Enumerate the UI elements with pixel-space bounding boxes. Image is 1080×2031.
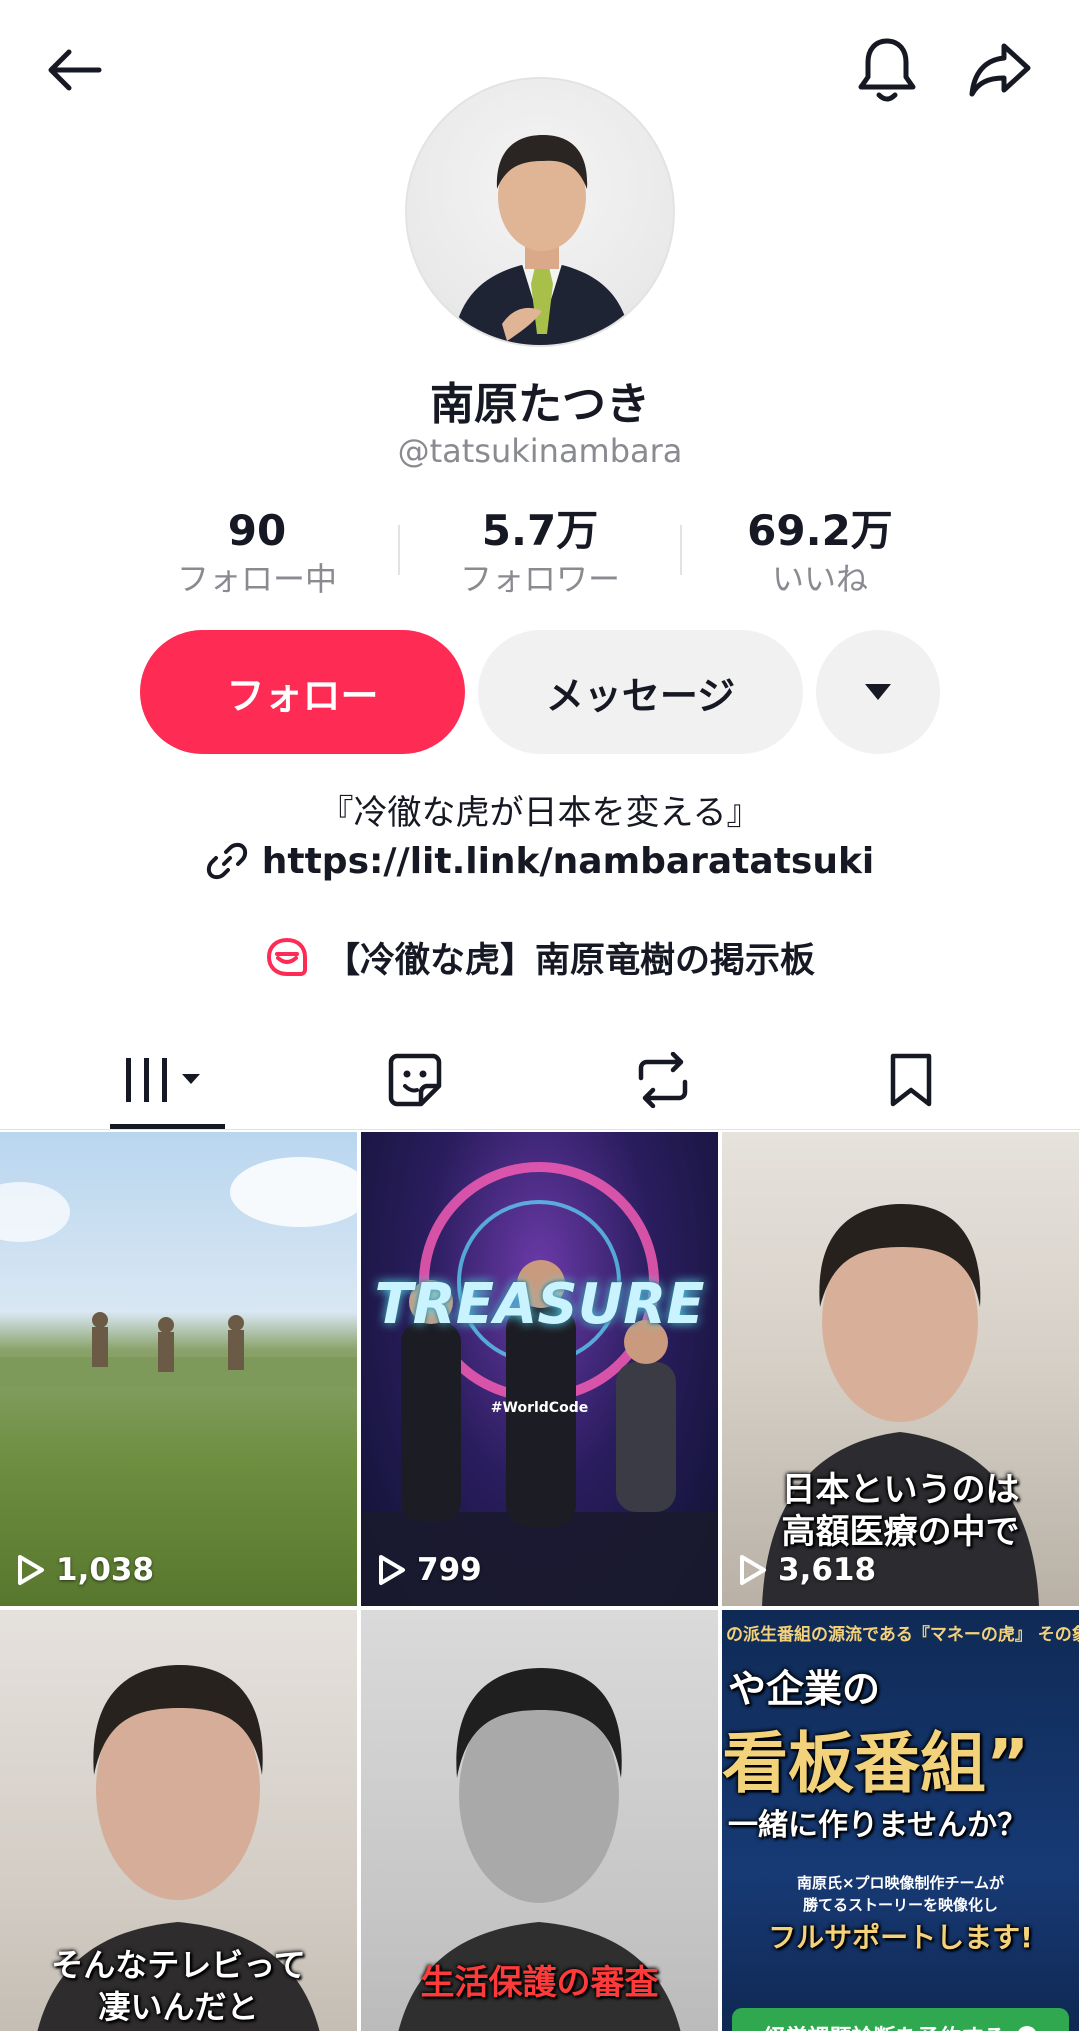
view-count-text: 3,618 — [778, 1552, 877, 1588]
ad-top-text: の派生番組の源流である『マネーの虎』 その象徴的存在『レジェ — [726, 1625, 1079, 1645]
view-count: 1,038 — [16, 1552, 154, 1588]
forum-icon — [266, 937, 307, 976]
ad-line: 南原氏×プロ映像制作チームが — [796, 1874, 1005, 1892]
forum-text: 【冷徹な虎】南原竜樹の掲示板 — [324, 941, 815, 981]
video-caption: 高額医療の中で — [781, 1512, 1020, 1552]
profile-stats: 90 フォロー中 5.7万 フォロワー 69.2万 いいね — [0, 505, 1080, 605]
tab-saved[interactable] — [811, 1030, 1011, 1130]
profile-forum[interactable]: 【冷徹な虎】南原竜樹の掲示板 — [0, 932, 1080, 983]
video-caption: 凄いんだと — [98, 1988, 259, 2026]
stat-value: 90 — [227, 506, 287, 555]
profile-link[interactable]: https://lit.link/nambaratatsuki — [0, 840, 1080, 882]
video-thumbnail[interactable]: TREASURE #WorldCode 799 — [361, 1132, 718, 1606]
stat-divider — [680, 525, 682, 575]
video-image — [0, 1157, 357, 1387]
tab-videos[interactable] — [67, 1030, 267, 1130]
ad-line: 勝てるストーリーを映像化し — [802, 1896, 998, 1914]
stat-likes[interactable]: 69.2万 いいね — [680, 505, 960, 601]
video-thumbnail[interactable]: 日本というのは 高額医療の中で 3,618 — [722, 1132, 1079, 1606]
ad-line: フルサポートします! — [768, 1921, 1033, 1954]
profile-name: 南原たつき — [430, 379, 650, 430]
play-icon — [18, 1555, 44, 1585]
back-button[interactable] — [30, 25, 120, 115]
repost-icon — [638, 1052, 688, 1108]
play-circle-icon — [1017, 2026, 1036, 2031]
video-tag: #WorldCode — [490, 1400, 589, 1416]
caret-down-icon — [865, 684, 891, 700]
stat-following[interactable]: 90 フォロー中 — [117, 505, 397, 601]
video-caption: そんなテレビって — [51, 1946, 306, 1984]
video-grid: 1,038 TREASURE #WorldCode 799 日本というのは 高額… — [0, 1132, 1080, 2031]
more-options-button[interactable] — [816, 630, 940, 754]
stat-value: 69.2万 — [747, 506, 893, 555]
video-image — [361, 1162, 718, 1606]
video-thumbnail[interactable]: そんなテレビって 凄いんだと — [0, 1610, 357, 2031]
tab-stickers[interactable] — [315, 1030, 515, 1130]
grid-icon — [126, 1058, 200, 1102]
ad-line: 一緒に作りませんか？ — [728, 1808, 1028, 1843]
video-overlay-text: TREASURE — [374, 1272, 705, 1337]
video-caption: 生活保護の審査 — [420, 1963, 659, 2003]
bell-icon — [858, 38, 916, 102]
ad-line: や企業の — [728, 1667, 881, 1711]
stat-divider — [398, 525, 400, 575]
share-arrow-icon — [969, 43, 1031, 97]
arrow-left-icon — [48, 49, 102, 91]
stat-value: 5.7万 — [481, 506, 599, 555]
view-count: 3,618 — [738, 1552, 876, 1588]
ad-cta-button[interactable]: 経営課題診断を予約する — [732, 2008, 1069, 2031]
share-button[interactable] — [955, 25, 1045, 115]
video-thumbnail[interactable]: 1,038 — [0, 1132, 357, 1606]
active-tab-indicator — [110, 1124, 225, 1129]
follow-button[interactable]: フォロー — [140, 630, 465, 754]
bookmark-icon — [890, 1053, 932, 1107]
profile-handle: @tatsukinambara — [397, 432, 683, 470]
message-button[interactable]: メッセージ — [478, 630, 803, 754]
play-icon — [379, 1555, 405, 1585]
video-thumbnail[interactable]: の派生番組の源流である『マネーの虎』 その象徴的存在『レジェ や企業の 看板番組… — [722, 1610, 1079, 2031]
profile-bio: 『冷徹な虎が日本を変える』 — [319, 793, 761, 833]
avatar[interactable] — [405, 77, 675, 347]
sticker-icon — [388, 1053, 442, 1107]
ad-headline: 看板番組” — [722, 1725, 1030, 1802]
link-text: https://lit.link/nambaratatsuki — [261, 840, 875, 882]
stat-label: フォロー中 — [176, 560, 337, 598]
view-count: 799 — [377, 1552, 482, 1588]
link-icon — [206, 842, 247, 880]
ad-cta-text: 経営課題診断を予約する — [763, 2020, 1005, 2031]
view-count-text: 1,038 — [56, 1552, 155, 1588]
stat-followers[interactable]: 5.7万 フォロワー — [400, 505, 680, 601]
stat-label: いいね — [771, 560, 868, 598]
tab-reposts[interactable] — [563, 1030, 763, 1130]
stat-label: フォロワー — [459, 560, 620, 598]
play-icon — [740, 1555, 766, 1585]
view-count-text: 799 — [417, 1552, 482, 1588]
notification-bell-button[interactable] — [842, 25, 932, 115]
content-tabs — [0, 1030, 1080, 1130]
avatar-image — [452, 134, 632, 345]
video-thumbnail[interactable]: 生活保護の審査 — [361, 1610, 718, 2031]
